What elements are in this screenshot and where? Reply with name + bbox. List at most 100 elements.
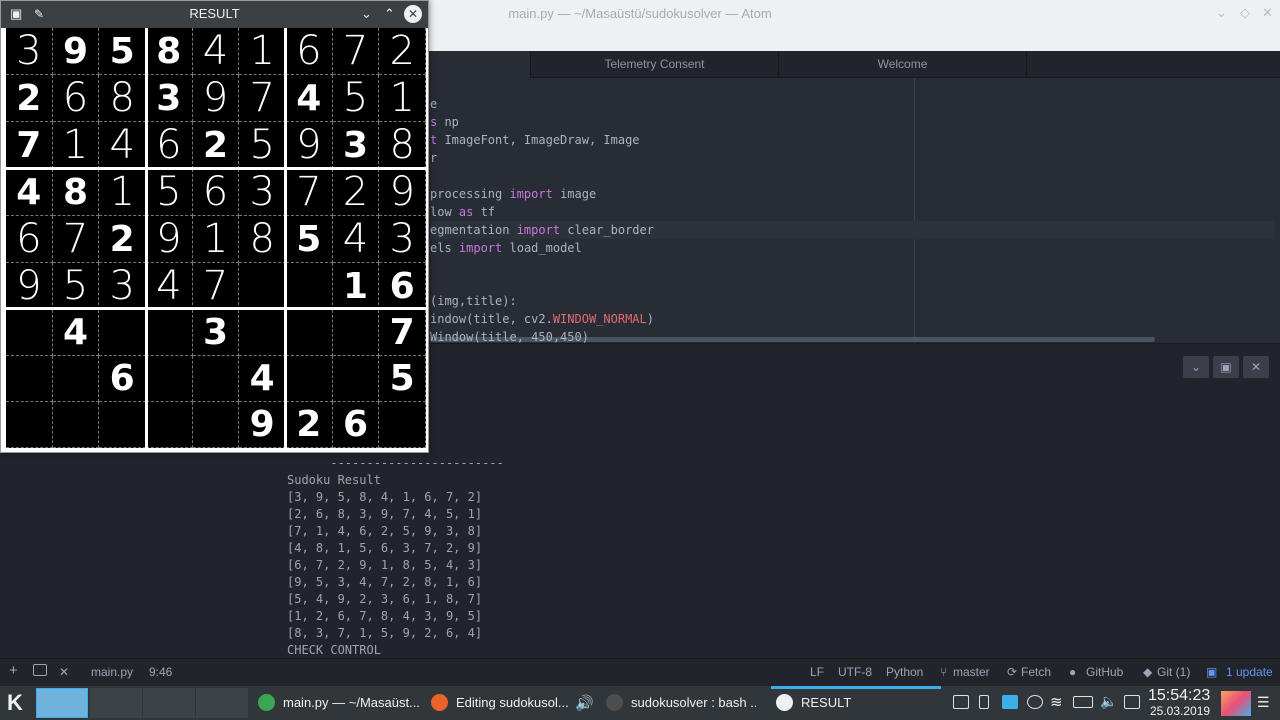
screen-record-icon[interactable]	[953, 695, 969, 709]
sudoku-cell: 5	[52, 263, 100, 310]
clipboard-icon[interactable]	[1124, 695, 1140, 709]
usb-icon[interactable]	[979, 695, 989, 709]
sudoku-cell: 5	[379, 356, 426, 402]
panel-maximize-icon[interactable]: ▣	[1213, 356, 1239, 378]
atom-icon	[258, 694, 275, 711]
terminal-line: Sudoku Result	[287, 473, 381, 487]
sudoku-cell: 1	[192, 216, 240, 263]
minimize-icon[interactable]: ⌄	[1216, 6, 1227, 21]
result-window[interactable]: ▣ ✎ RESULT ⌄ ⌃ ✕ 39584167226839745171462…	[0, 0, 429, 453]
taskbar-task[interactable]: sudokusolver : bash ...	[606, 686, 756, 720]
git-fetch[interactable]: Fetch	[1021, 665, 1051, 679]
code-line[interactable]: low as tf	[430, 204, 495, 222]
sudoku-cell: 5	[239, 122, 286, 169]
status-bar: + ✕ main.py 9:46 LF UTF-8 Python ⑂ maste…	[0, 658, 1280, 686]
sudoku-cell: 9	[192, 75, 240, 122]
taskbar-task-label: main.py — ~/Masaüst...	[283, 695, 420, 710]
taskbar-task[interactable]: Editing sudokusol...	[431, 686, 571, 720]
sudoku-cell: 3	[379, 216, 426, 263]
minimize-icon[interactable]: ⌄	[361, 1, 372, 27]
sudoku-cell: 3	[239, 169, 286, 216]
code-line[interactable]: (img,title):	[430, 293, 517, 311]
sudoku-cell: 4	[332, 216, 380, 263]
sudoku-cell	[99, 402, 146, 448]
github-tab[interactable]: GitHub	[1086, 665, 1123, 679]
updates-tray-icon[interactable]	[1027, 695, 1043, 709]
close-icon[interactable]: ✕	[1262, 6, 1273, 21]
sudoku-cell: 7	[6, 122, 53, 169]
maximize-icon[interactable]: ⌃	[384, 1, 395, 27]
sudoku-cell: 2	[192, 122, 240, 169]
virtual-desktop-2[interactable]	[90, 688, 142, 718]
active-task-indicator	[771, 686, 941, 689]
sudoku-cell	[6, 310, 53, 356]
sudoku-cell: 4	[146, 263, 193, 310]
menu-icon[interactable]: ☰	[1257, 694, 1270, 711]
wifi-icon[interactable]: ≋	[1050, 693, 1063, 711]
code-line[interactable]: t ImageFont, ImageDraw, Image	[430, 132, 640, 150]
line-ending[interactable]: LF	[810, 665, 824, 679]
code-line[interactable]: indow(title, cv2.WINDOW_NORMAL)	[430, 311, 654, 329]
code-line[interactable]: els import load_model	[430, 240, 582, 258]
taskbar-task[interactable]: RESULT	[776, 686, 936, 720]
sudoku-cell: 1	[239, 28, 286, 75]
code-line[interactable]: egmentation import clear_border	[430, 222, 654, 240]
sudoku-cell: 8	[99, 75, 146, 122]
app-launcher-icon[interactable]: K	[7, 690, 23, 716]
sudoku-cell: 4	[239, 356, 286, 402]
volume-icon[interactable]: 🔊	[575, 694, 594, 712]
sudoku-cell: 6	[332, 402, 380, 448]
sudoku-cell: 2	[379, 28, 426, 75]
sudoku-cell: 6	[6, 216, 53, 263]
code-line[interactable]: r	[430, 150, 437, 168]
virtual-desktop-4[interactable]	[196, 688, 248, 718]
clock-time[interactable]: 15:54:23	[1148, 687, 1210, 704]
virtual-desktop-1[interactable]	[36, 688, 88, 718]
taskbar-task[interactable]: main.py — ~/Masaüst...	[258, 686, 428, 720]
tab-telemetry-consent[interactable]: Telemetry Consent	[530, 51, 778, 78]
new-terminal-icon[interactable]: +	[9, 662, 18, 679]
panel-close-icon[interactable]: ✕	[1243, 356, 1269, 378]
status-file-name[interactable]: main.py	[91, 665, 133, 679]
battery-icon[interactable]	[1073, 696, 1093, 708]
file-encoding[interactable]: UTF-8	[838, 665, 872, 679]
code-line[interactable]: e	[430, 96, 437, 114]
sudoku-cell: 8	[146, 28, 193, 75]
system-taskbar: K main.py — ~/Masaüst... Editing sudokuso…	[0, 686, 1280, 720]
grid-line	[145, 28, 148, 448]
maximize-icon[interactable]: ◇	[1240, 6, 1250, 21]
cursor-position[interactable]: 9:46	[149, 665, 172, 679]
sudoku-cell: 5	[99, 28, 146, 75]
update-notice[interactable]: 1 update	[1226, 665, 1273, 679]
terminal-line: CHECK CONTROL	[287, 643, 381, 657]
virtual-desktop-3[interactable]	[143, 688, 195, 718]
code-line[interactable]: s np	[430, 114, 459, 132]
show-desktop-icon[interactable]	[1221, 691, 1251, 716]
sudoku-cell	[332, 356, 380, 402]
sudoku-cell: 7	[192, 263, 240, 310]
fetch-icon: ⟳	[1007, 665, 1018, 679]
sudoku-cell: 4	[286, 75, 333, 122]
speaker-icon[interactable]: 🔈	[1100, 693, 1117, 710]
tab-welcome[interactable]: Welcome	[778, 51, 1026, 78]
git-tab[interactable]: Git (1)	[1157, 665, 1190, 679]
close-terminal-icon[interactable]: ✕	[59, 665, 69, 679]
sudoku-cell: 5	[146, 169, 193, 216]
sudoku-cell: 2	[332, 169, 380, 216]
code-line[interactable]: processing import image	[430, 186, 596, 204]
sudoku-cell: 4	[99, 122, 146, 169]
sudoku-cell: 3	[6, 28, 53, 75]
code-line[interactable]: Window(title, 450,450)	[430, 329, 589, 343]
notes-icon[interactable]	[1002, 695, 1018, 709]
close-icon[interactable]: ✕	[404, 5, 422, 23]
result-title-bar[interactable]: ▣ ✎ RESULT ⌄ ⌃ ✕	[1, 1, 428, 28]
git-branch[interactable]: master	[953, 665, 990, 679]
clock-date[interactable]: 25.03.2019	[1150, 704, 1210, 718]
terminal-icon[interactable]	[33, 664, 47, 676]
sudoku-cell: 7	[239, 75, 286, 122]
sudoku-cell: 4	[6, 169, 53, 216]
sudoku-cell	[52, 402, 100, 448]
grammar-selector[interactable]: Python	[886, 665, 923, 679]
sudoku-cell: 7	[332, 28, 380, 75]
panel-collapse-icon[interactable]: ⌄	[1183, 356, 1209, 378]
